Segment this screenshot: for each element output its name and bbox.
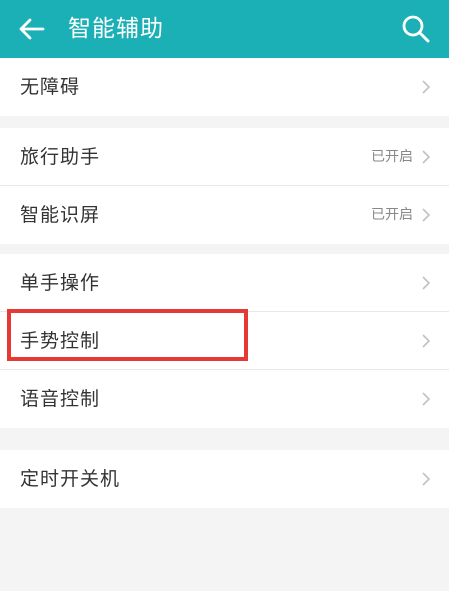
settings-item-label: 无障碍 [20,76,81,98]
settings-item-one-handed-mode[interactable]: 单手操作 [0,254,449,312]
settings-group-1: 无障碍 [0,58,449,116]
settings-item-label: 智能识屏 [20,204,101,226]
chevron-right-icon [422,392,431,406]
chevron-right-icon [422,276,431,290]
settings-item-scheduled-power[interactable]: 定时开关机 [0,450,449,508]
chevron-right-icon [422,150,431,164]
app-bar: 智能辅助 [0,0,449,58]
settings-item-label: 单手操作 [20,272,101,294]
status-text: 已开启 [371,149,413,165]
settings-item-label: 旅行助手 [20,146,101,168]
settings-item-label: 语音控制 [20,388,101,410]
settings-item-travel-assistant[interactable]: 旅行助手 已开启 [0,128,449,186]
chevron-right-icon [422,472,431,486]
chevron-right-icon [422,80,431,94]
app-screen: 智能辅助 无障碍 旅行助手 已开启 智能识屏 已开启 单手操作 手势控制 语音控… [0,0,449,591]
search-icon[interactable] [399,12,433,46]
status-text: 已开启 [371,207,413,223]
chevron-right-icon [422,208,431,222]
chevron-right-icon [422,334,431,348]
settings-group-3: 单手操作 手势控制 语音控制 [0,254,449,428]
settings-group-2: 旅行助手 已开启 智能识屏 已开启 [0,128,449,244]
page-title: 智能辅助 [68,16,164,42]
settings-item-label: 手势控制 [20,330,101,352]
settings-item-gesture-control[interactable]: 手势控制 [0,312,449,370]
settings-item-smart-screen-recognition[interactable]: 智能识屏 已开启 [0,186,449,244]
arrow-left-icon[interactable] [16,13,48,45]
settings-item-voice-control[interactable]: 语音控制 [0,370,449,428]
settings-item-accessibility[interactable]: 无障碍 [0,58,449,116]
settings-group-4: 定时开关机 [0,450,449,508]
settings-item-label: 定时开关机 [20,468,121,490]
